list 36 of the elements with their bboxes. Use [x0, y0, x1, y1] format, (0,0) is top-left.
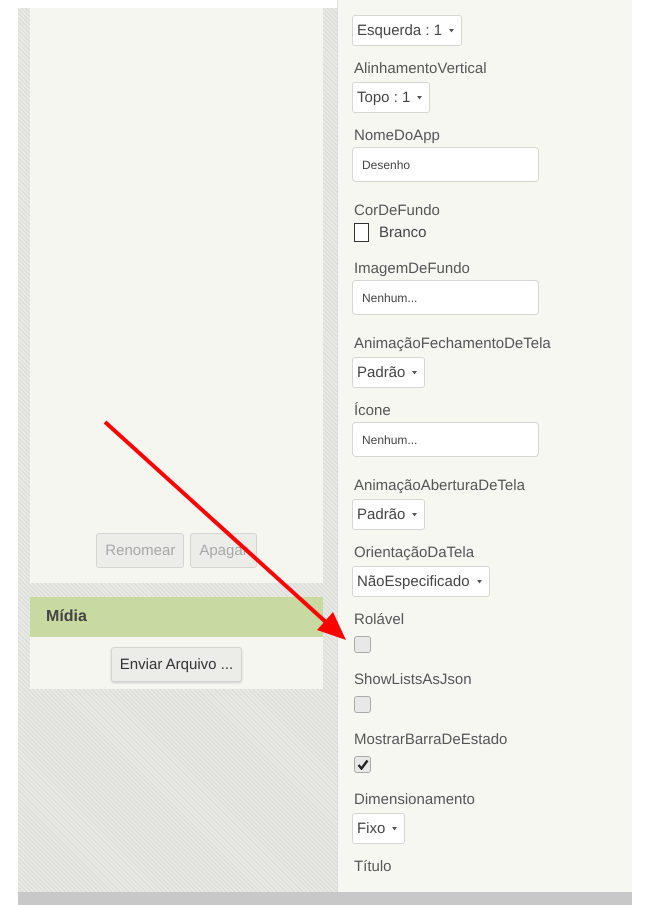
caret-icon [476, 579, 483, 584]
scrollbar[interactable] [18, 892, 632, 905]
dropdown[interactable]: Esquerda : 1 [352, 15, 462, 46]
dropdown[interactable]: NãoEspecificado [352, 566, 490, 597]
property-label: AlinhamentoVertical [354, 60, 487, 78]
property-label: Ícone [354, 402, 391, 420]
property-label: Rolável [354, 611, 404, 629]
dropdown[interactable]: Padrão [352, 499, 426, 530]
panel-header: Mídia [30, 597, 323, 637]
property-label: Dimensionamento [354, 791, 475, 809]
property-label: ShowListsAsJson [354, 671, 472, 689]
color-name: Branco [379, 224, 427, 241]
property-label: AnimaçãoAberturaDeTela [354, 477, 525, 495]
checkbox[interactable] [354, 756, 371, 773]
property-label: OrientaçãoDaTela [354, 544, 474, 562]
dropdown[interactable]: Topo : 1 [352, 82, 430, 113]
color-swatch[interactable] [354, 223, 369, 242]
checkbox[interactable] [354, 696, 371, 713]
upload-button[interactable]: Enviar Arquivo ... [110, 647, 242, 682]
property-label: NomeDoApp [354, 127, 440, 145]
caret-icon [448, 28, 456, 33]
property-label: MostrarBarraDeEstado [354, 731, 508, 749]
input-field[interactable]: Nenhum... [352, 422, 539, 457]
property-label: Título [354, 858, 392, 876]
property-label: CorDeFundo [354, 202, 440, 220]
input-field[interactable]: Nenhum... [352, 280, 539, 315]
checkbox[interactable] [354, 636, 371, 653]
caret-icon [411, 512, 418, 517]
caret-icon [411, 370, 418, 375]
input-field[interactable]: Desenho [352, 147, 539, 182]
property-label: ImagemDeFundo [354, 260, 470, 278]
dropdown[interactable]: Padrão [352, 357, 426, 388]
caret-icon [391, 826, 398, 831]
property-label: AnimaçãoFechamentoDeTela [354, 335, 551, 353]
caret-icon [416, 95, 424, 100]
dropdown[interactable]: Fixo [352, 813, 406, 844]
